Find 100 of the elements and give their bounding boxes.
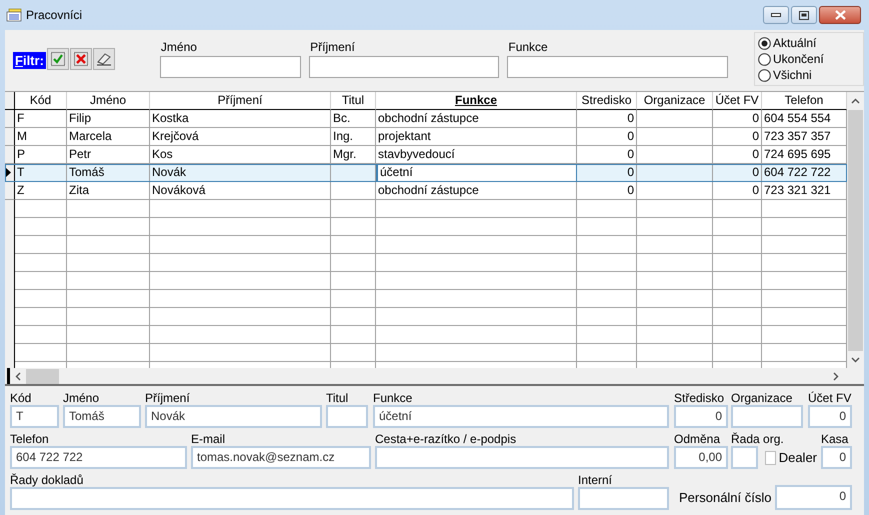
- field-label: Cesta+e-razítko / e-podpis: [375, 432, 518, 446]
- input-field[interactable]: Tomáš: [63, 405, 141, 428]
- radio-label: Všichni: [773, 67, 812, 83]
- column-header[interactable]: Účet FV: [713, 92, 762, 110]
- field-label: Jméno: [160, 39, 198, 56]
- table-cell: obchodní zástupce: [376, 110, 577, 128]
- cross-icon: [74, 52, 88, 66]
- table-row[interactable]: T Tomáš Novák účetní 0 0 604 722 722: [5, 164, 847, 182]
- scrollbar-thumb[interactable]: [26, 368, 59, 384]
- minimize-icon: [771, 13, 781, 17]
- input-field[interactable]: [309, 56, 500, 78]
- close-icon: [834, 10, 846, 20]
- field-label: Jméno: [63, 391, 100, 405]
- table-cell: Kostka: [150, 110, 331, 128]
- field-label: Funkce: [507, 39, 549, 56]
- table-cell: 0: [577, 128, 637, 146]
- input-field[interactable]: tomas.novak@seznam.cz: [191, 446, 371, 469]
- table-row[interactable]: M Marcela Krejčová Ing. projektant 0 0 723 357 357: [5, 128, 847, 146]
- table-cell: 0: [577, 110, 637, 128]
- app-icon: [6, 8, 22, 22]
- table-cell: Bc.: [331, 110, 376, 128]
- apply-filter-button[interactable]: [46, 48, 69, 70]
- field-label: Telefon: [10, 432, 50, 446]
- table-cell: 0: [713, 164, 762, 182]
- column-header[interactable]: Stredisko: [577, 92, 637, 110]
- column-header[interactable]: Funkce: [376, 92, 577, 110]
- column-header[interactable]: Kód: [15, 92, 67, 110]
- field-label: Řady dokladů: [10, 473, 84, 487]
- field-label: E-mail: [191, 432, 226, 446]
- row-header[interactable]: [5, 182, 15, 200]
- radio-button[interactable]: [758, 52, 772, 66]
- scrollbar-thumb[interactable]: [848, 110, 863, 351]
- field-label: Řada org.: [731, 432, 785, 446]
- checkmark-icon: [50, 52, 65, 66]
- field-label: Příjmení: [145, 391, 191, 405]
- radio-button[interactable]: [758, 68, 772, 82]
- row-header[interactable]: [5, 146, 15, 164]
- table-cell: 0: [713, 128, 762, 146]
- window-title: Pracovníci: [26, 8, 82, 22]
- maximize-button[interactable]: [791, 6, 817, 24]
- cell-editor[interactable]: účetní: [376, 164, 577, 182]
- input-field[interactable]: 604 722 722: [10, 446, 187, 469]
- chevron-down-icon: [851, 356, 860, 362]
- input-field[interactable]: [578, 487, 669, 510]
- chevron-left-icon: [15, 372, 21, 380]
- eraser-icon: [96, 52, 112, 66]
- column-header[interactable]: Telefon: [762, 92, 847, 110]
- checkbox-label: Dealer: [778, 450, 817, 465]
- row-header[interactable]: [5, 110, 15, 128]
- input-field[interactable]: [731, 446, 758, 469]
- row-header[interactable]: [5, 128, 15, 146]
- field-label: Kasa: [821, 432, 850, 446]
- field-label: Titul: [326, 391, 350, 405]
- column-header[interactable]: Příjmení: [150, 92, 331, 110]
- table-cell: Krejčová: [150, 128, 331, 146]
- field-label: Odměna: [674, 432, 722, 446]
- table-cell: Tomáš: [67, 164, 150, 182]
- input-field[interactable]: [507, 56, 728, 78]
- input-field[interactable]: [731, 405, 803, 428]
- input-field[interactable]: 0: [821, 446, 852, 469]
- input-field[interactable]: T: [10, 405, 59, 428]
- minimize-button[interactable]: [763, 6, 789, 24]
- table-cell: T: [15, 164, 67, 182]
- field-label: Příjmení: [309, 39, 356, 56]
- input-field[interactable]: [160, 56, 302, 78]
- clear-filter-button[interactable]: [92, 48, 115, 70]
- checkbox[interactable]: [765, 450, 776, 464]
- input-field[interactable]: 0: [674, 405, 728, 428]
- input-field[interactable]: účetní: [373, 405, 669, 428]
- field-label: Interní: [578, 473, 614, 487]
- table-cell: 0: [577, 164, 637, 182]
- field-label: Středisko: [674, 391, 726, 405]
- row-pointer-icon: [5, 168, 11, 177]
- close-button[interactable]: [819, 6, 861, 24]
- table-row[interactable]: F Filip Kostka Bc. obchodní zástupce 0 0 604 554 554: [5, 110, 847, 128]
- field-label: Funkce: [373, 391, 414, 405]
- input-field[interactable]: [10, 487, 574, 510]
- table-cell: Marcela: [67, 128, 150, 146]
- table-cell: Ing.: [331, 128, 376, 146]
- cancel-filter-button[interactable]: [70, 48, 92, 70]
- table-cell: M: [15, 128, 67, 146]
- row-header[interactable]: [5, 164, 15, 182]
- column-header[interactable]: Jméno: [67, 92, 150, 110]
- field-label: Personální číslo: [679, 490, 772, 504]
- column-header[interactable]: Organizace: [637, 92, 713, 110]
- position-marker: [7, 368, 10, 384]
- field-label: Kód: [10, 391, 32, 405]
- maximize-icon: [799, 10, 809, 20]
- field-label: Účet FV: [808, 391, 852, 405]
- input-field[interactable]: 0: [774, 485, 852, 510]
- table-cell: F: [15, 110, 67, 128]
- column-header[interactable]: Titul: [331, 92, 376, 110]
- input-field[interactable]: 0: [808, 405, 852, 428]
- input-field[interactable]: [326, 405, 368, 428]
- radio-label: Aktuální: [773, 35, 816, 51]
- input-field[interactable]: [375, 446, 669, 469]
- input-field[interactable]: 0,00: [674, 446, 728, 469]
- radio-button[interactable]: [758, 36, 772, 50]
- radio-label: Ukončení: [773, 51, 824, 67]
- input-field[interactable]: Novák: [145, 405, 322, 428]
